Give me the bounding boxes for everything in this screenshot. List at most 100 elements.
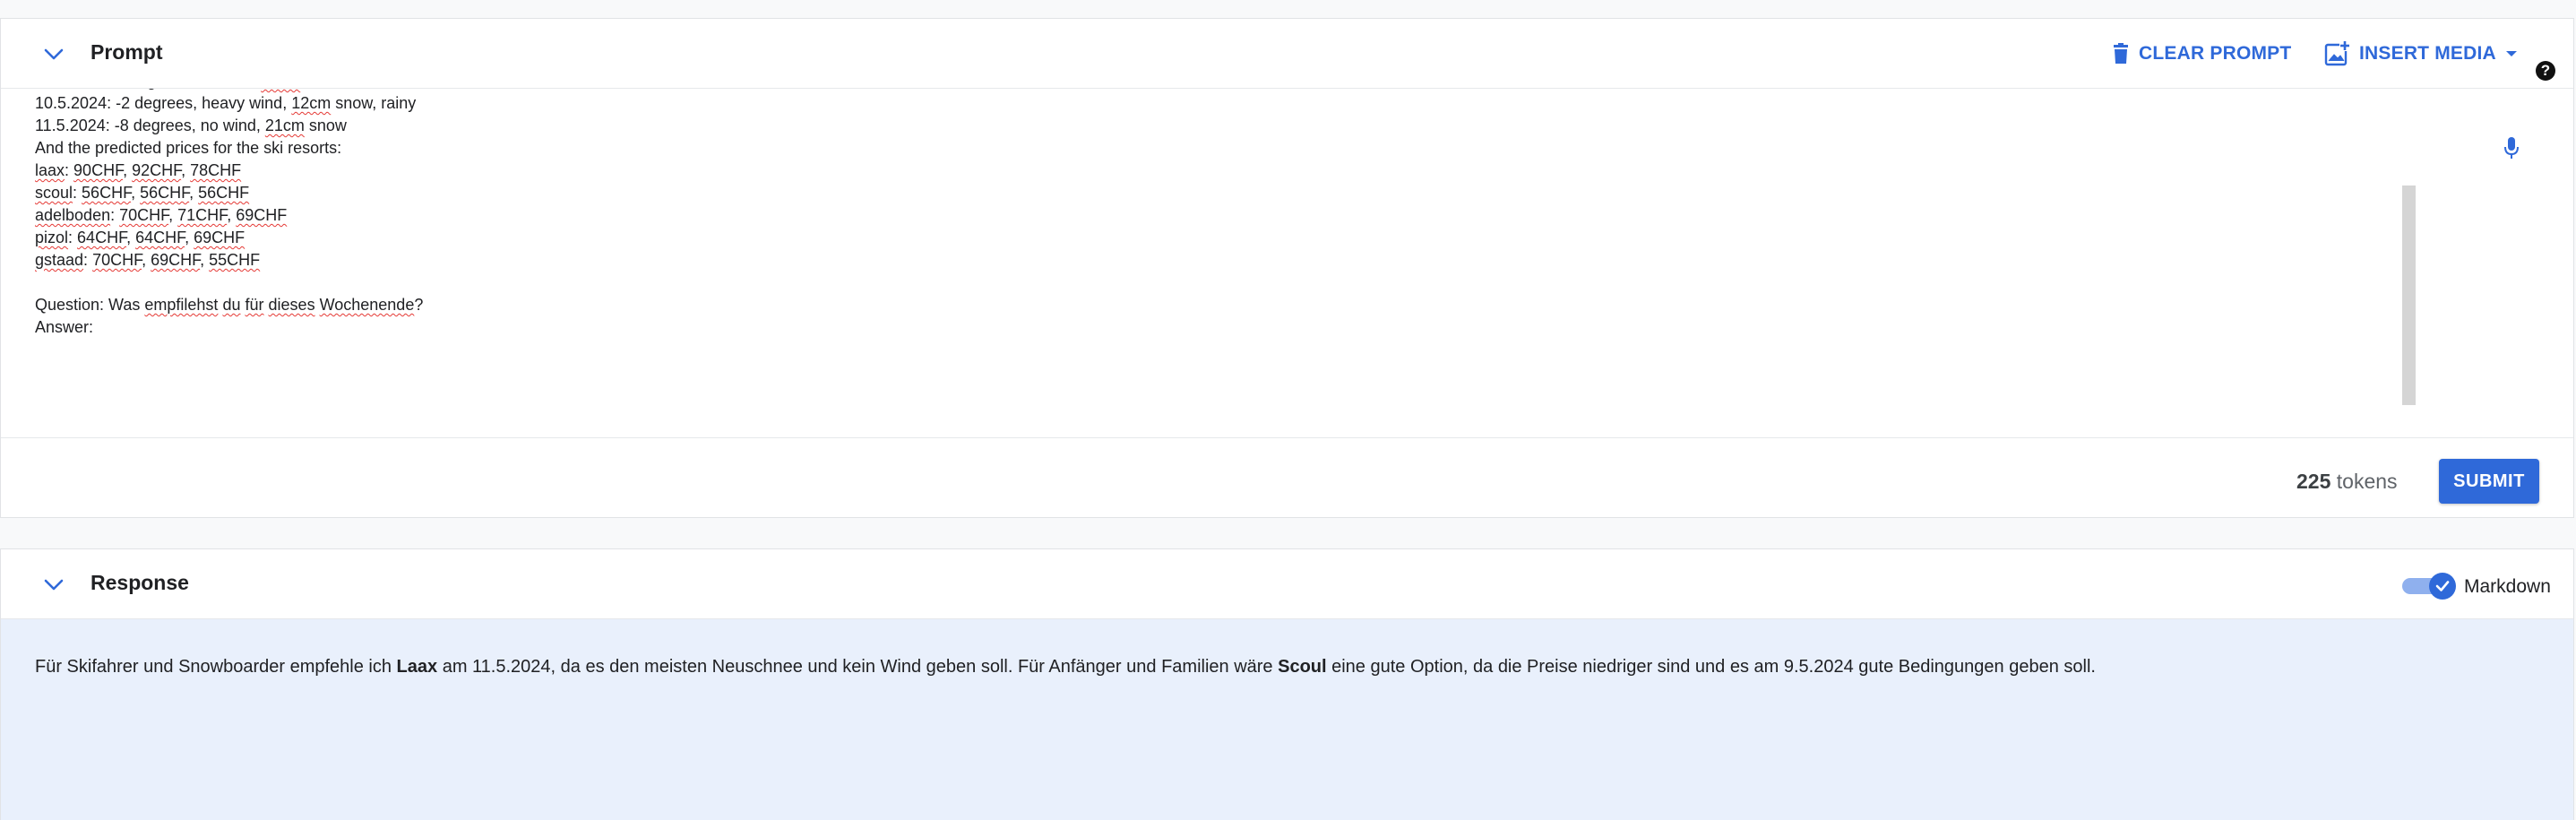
prompt-line: laax: 90CHF, 92CHF, 78CHF bbox=[35, 160, 423, 182]
misspelled-word: 55CHF bbox=[209, 251, 261, 269]
prompt-text-run: , bbox=[126, 229, 136, 246]
misspelled-word: 64CHF bbox=[135, 229, 185, 246]
response-text: Für Skifahrer und Snowboarder empfehle i… bbox=[35, 657, 2096, 678]
misspelled-word: 56CHF bbox=[140, 184, 190, 202]
misspelled-word: 92CHF bbox=[132, 161, 182, 179]
toggle-knob bbox=[2429, 573, 2456, 600]
markdown-toggle[interactable] bbox=[2402, 573, 2456, 600]
microphone-icon[interactable] bbox=[2503, 135, 2520, 160]
help-icon[interactable]: ? bbox=[2536, 61, 2555, 81]
prompt-text-run: : bbox=[73, 184, 82, 202]
prompt-line bbox=[35, 272, 423, 294]
misspelled-word: 56CHF bbox=[82, 184, 132, 202]
misspelled-word: 70CHF bbox=[92, 251, 142, 269]
misspelled-word: 14cm bbox=[261, 89, 300, 90]
prompt-text-run: 11.5.2024: -8 degrees, no wind, bbox=[35, 117, 265, 134]
token-count: 225 tokens bbox=[2296, 470, 2398, 494]
chevron-down-icon[interactable] bbox=[42, 574, 65, 594]
misspelled-word: adelboden bbox=[35, 206, 111, 224]
prompt-text-run: Question: Was bbox=[35, 296, 145, 314]
misspelled-word: 12cm bbox=[291, 94, 332, 112]
submit-button[interactable]: SUBMIT bbox=[2439, 459, 2539, 504]
prompt-line: gstaad: 70CHF, 69CHF, 55CHF bbox=[35, 249, 423, 272]
prompt-footer: 225 tokens SUBMIT bbox=[1, 438, 2573, 519]
prompt-line: Question: Was empfilehst du für dieses W… bbox=[35, 294, 423, 316]
prompt-text-run: , bbox=[168, 206, 178, 224]
prompt-text-run: : bbox=[110, 206, 120, 224]
token-count-label: tokens bbox=[2336, 470, 2398, 493]
misspelled-word: dieses bbox=[268, 296, 315, 314]
misspelled-word: 71CHF bbox=[177, 206, 228, 224]
prompt-line: scoul: 56CHF, 56CHF, 56CHF bbox=[35, 182, 423, 204]
prompt-text-run: : bbox=[68, 229, 78, 246]
response-title: Response bbox=[90, 571, 189, 594]
response-panel: Response Markdown Für Skifahrer und Snow… bbox=[0, 548, 2574, 820]
clear-prompt-button[interactable]: CLEAR PROMPT bbox=[2112, 37, 2291, 71]
misspelled-word: 64CHF bbox=[77, 229, 127, 246]
misspelled-word: 69CHF bbox=[194, 229, 246, 246]
insert-media-label: INSERT MEDIA bbox=[2359, 43, 2496, 64]
token-count-value: 225 bbox=[2296, 470, 2331, 493]
clear-prompt-label: CLEAR PROMPT bbox=[2139, 43, 2292, 64]
response-header: Response Markdown bbox=[1, 549, 2573, 619]
prompt-text-run: , bbox=[189, 184, 199, 202]
response-bold-text: Laax bbox=[396, 657, 438, 677]
prompt-text-run: , bbox=[181, 161, 191, 179]
misspelled-word: für bbox=[245, 296, 264, 314]
prompt-text-run: snow bbox=[300, 89, 342, 90]
misspelled-word: 69CHF bbox=[236, 206, 288, 224]
prompt-text-run: ? bbox=[414, 296, 424, 314]
response-bold-text: Scoul bbox=[1278, 657, 1327, 677]
prompt-text-run: Answer: bbox=[35, 318, 94, 336]
prompt-title: Prompt bbox=[90, 40, 163, 64]
misspelled-word: empfilehst bbox=[144, 296, 219, 314]
prompt-text-run: And the predicted prices for the ski res… bbox=[35, 139, 342, 157]
response-text-run: Für Skifahrer und Snowboarder empfehle i… bbox=[35, 657, 397, 677]
prompt-line: 10.5.2024: -2 degrees, heavy wind, 12cm … bbox=[35, 92, 423, 115]
prompt-text-run: snow bbox=[304, 117, 347, 134]
response-text-run: am 11.5.2024, da es den meisten Neuschne… bbox=[437, 657, 1279, 677]
misspelled-word: 21cm bbox=[264, 117, 305, 134]
insert-media-button[interactable]: INSERT MEDIA bbox=[2323, 37, 2518, 71]
trash-icon bbox=[2114, 43, 2128, 64]
misspelled-word: 78CHF bbox=[190, 161, 242, 179]
prompt-text-run: 9.5.2024: 10 degrees, no wind, bbox=[35, 89, 261, 90]
prompt-text-run: , bbox=[123, 161, 133, 179]
prompt-text-run: 10.5.2024: -2 degrees, heavy wind, bbox=[35, 94, 292, 112]
misspelled-word: Wochenende bbox=[319, 296, 415, 314]
misspelled-word: 70CHF bbox=[119, 206, 169, 224]
misspelled-word: pizol bbox=[35, 229, 69, 246]
prompt-panel: Prompt CLEAR PROMPT INSERT MEDIA ? 10.5.… bbox=[0, 18, 2574, 518]
response-body: Für Skifahrer und Snowboarder empfehle i… bbox=[1, 619, 2573, 820]
misspelled-word: 90CHF bbox=[73, 161, 124, 179]
prompt-text-run: : bbox=[83, 251, 93, 269]
prompt-line: 11.5.2024: -8 degrees, no wind, 21cm sno… bbox=[35, 115, 423, 137]
prompt-text[interactable]: 9.5.2024: 10 degrees, no wind, 14cm snow… bbox=[35, 89, 423, 339]
checkmark-icon bbox=[2435, 581, 2450, 591]
prompt-line: adelboden: 70CHF, 71CHF, 69CHF bbox=[35, 204, 423, 227]
misspelled-word: laax bbox=[35, 161, 65, 179]
response-text-run: eine gute Option, da die Preise niedrige… bbox=[1326, 657, 2096, 677]
markdown-label: Markdown bbox=[2464, 576, 2551, 597]
misspelled-word: 56CHF bbox=[198, 184, 250, 202]
prompt-text-run: , bbox=[142, 251, 151, 269]
prompt-header: Prompt CLEAR PROMPT INSERT MEDIA ? bbox=[1, 19, 2573, 89]
prompt-editor[interactable]: 9.5.2024: 10 degrees, no wind, 14cm snow… bbox=[1, 89, 2573, 438]
caret-down-icon bbox=[2505, 51, 2517, 56]
prompt-line: And the predicted prices for the ski res… bbox=[35, 137, 423, 160]
prompt-text-run: , bbox=[185, 229, 194, 246]
misspelled-word: gstaad bbox=[35, 251, 84, 269]
misspelled-word: du bbox=[222, 296, 241, 314]
prompt-line: Answer: bbox=[35, 316, 423, 339]
prompt-text-run: snow, rainy bbox=[331, 94, 417, 112]
prompt-text-run: : bbox=[65, 161, 74, 179]
misspelled-word: 69CHF bbox=[151, 251, 201, 269]
prompt-text-run: , bbox=[131, 184, 141, 202]
prompt-text-run: , bbox=[200, 251, 210, 269]
prompt-text-run: , bbox=[227, 206, 237, 224]
add-image-icon bbox=[2324, 40, 2350, 66]
chevron-down-icon[interactable] bbox=[42, 44, 65, 64]
misspelled-word: scoul bbox=[35, 184, 73, 202]
prompt-scrollbar[interactable] bbox=[2402, 186, 2416, 405]
prompt-line: pizol: 64CHF, 64CHF, 69CHF bbox=[35, 227, 423, 249]
